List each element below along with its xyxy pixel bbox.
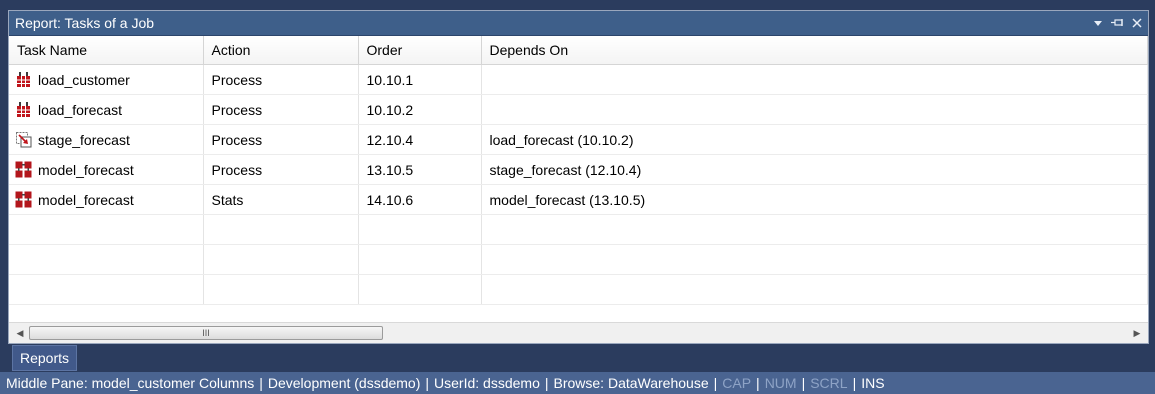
status-pane: Middle Pane: model_customer Columns xyxy=(6,375,255,391)
task-order: 10.10.2 xyxy=(358,94,482,125)
table-row[interactable]: load_customer Process 10.10.1 xyxy=(9,64,1148,95)
table-row[interactable]: model_forecast Stats 14.10.6 model_forec… xyxy=(9,184,1148,215)
task-depends-on: load_forecast (10.10.2) xyxy=(481,124,1148,155)
task-name: stage_forecast xyxy=(38,131,130,148)
report-panel: Report: Tasks of a Job Task Name Action … xyxy=(8,10,1149,344)
table-header-row: Task Name Action Order Depends On xyxy=(9,36,1148,65)
task-order: 12.10.4 xyxy=(358,124,482,155)
scroll-right-arrow-icon[interactable]: ▶ xyxy=(1128,323,1146,343)
task-name: model_forecast xyxy=(38,161,134,178)
status-browse: Browse: DataWarehouse xyxy=(553,375,709,391)
horizontal-scrollbar[interactable]: ◀ III ▶ xyxy=(9,322,1148,343)
tasks-grid: Task Name Action Order Depends On load_c… xyxy=(9,36,1148,322)
load-table-icon xyxy=(15,101,32,118)
status-cap: CAP xyxy=(722,375,752,391)
empty-row xyxy=(9,274,1148,305)
task-action: Process xyxy=(203,124,359,155)
pin-icon[interactable] xyxy=(1111,16,1124,31)
task-order: 10.10.1 xyxy=(358,64,482,95)
empty-row xyxy=(9,214,1148,245)
panel-title: Report: Tasks of a Job xyxy=(15,15,155,31)
task-depends-on: model_forecast (13.10.5) xyxy=(481,184,1148,215)
status-environment: Development (dssdemo) xyxy=(267,375,421,391)
status-scrl: SCRL xyxy=(810,375,848,391)
task-action: Process xyxy=(203,154,359,185)
task-action: Process xyxy=(203,64,359,95)
status-user: UserId: dssdemo xyxy=(434,375,540,391)
dropdown-arrow-icon[interactable] xyxy=(1093,16,1103,31)
task-depends-on xyxy=(481,94,1148,125)
task-action: Stats xyxy=(203,184,359,215)
load-table-icon xyxy=(15,71,32,88)
task-order: 13.10.5 xyxy=(358,154,482,185)
table-row[interactable]: model_forecast Process 13.10.5 stage_for… xyxy=(9,154,1148,185)
panel-controls xyxy=(1093,16,1142,31)
task-order: 14.10.6 xyxy=(358,184,482,215)
panel-title-bar: Report: Tasks of a Job xyxy=(9,11,1148,36)
task-depends-on xyxy=(481,64,1148,95)
scrollbar-grip-icon: III xyxy=(202,328,210,338)
task-name: load_customer xyxy=(38,71,130,88)
application-frame: Report: Tasks of a Job Task Name Action … xyxy=(0,0,1155,394)
table-row[interactable]: stage_forecast Process 12.10.4 load_fore… xyxy=(9,124,1148,155)
scrollbar-thumb[interactable]: III xyxy=(29,326,383,340)
tasks-table: Task Name Action Order Depends On load_c… xyxy=(9,36,1148,305)
column-header-action[interactable]: Action xyxy=(203,36,359,65)
empty-row xyxy=(9,244,1148,275)
table-row[interactable]: load_forecast Process 10.10.2 xyxy=(9,94,1148,125)
status-bar: Middle Pane: model_customer Columns | De… xyxy=(0,372,1155,394)
task-depends-on: stage_forecast (12.10.4) xyxy=(481,154,1148,185)
task-name: load_forecast xyxy=(38,101,123,118)
scroll-left-arrow-icon[interactable]: ◀ xyxy=(11,323,29,343)
column-header-task-name[interactable]: Task Name xyxy=(9,36,204,65)
tab-reports[interactable]: Reports xyxy=(12,345,78,371)
task-name: model_forecast xyxy=(38,191,134,208)
model-table-icon xyxy=(15,161,32,178)
stage-table-icon xyxy=(15,131,32,148)
column-header-depends-on[interactable]: Depends On xyxy=(481,36,1148,65)
column-header-order[interactable]: Order xyxy=(358,36,482,65)
status-ins: INS xyxy=(861,375,885,391)
model-table-icon xyxy=(15,191,32,208)
status-num: NUM xyxy=(764,375,797,391)
close-icon[interactable] xyxy=(1132,16,1142,31)
task-action: Process xyxy=(203,94,359,125)
